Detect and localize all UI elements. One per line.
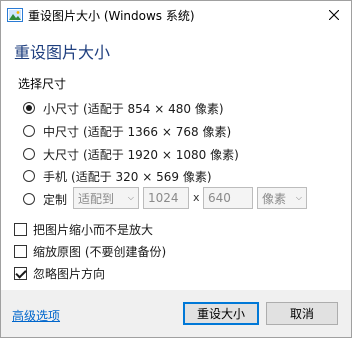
radio-button[interactable]: [23, 148, 35, 160]
option-shrink-only[interactable]: 把图片缩小而不是放大: [14, 220, 153, 238]
radio-medium-size[interactable]: 中尺寸 (适配于 1366 × 768 像素): [23, 122, 231, 140]
checkbox[interactable]: [14, 222, 27, 236]
custom-mode-select[interactable]: 适配到 ⌵: [73, 187, 139, 209]
radio-custom-size[interactable]: 定制: [23, 190, 67, 208]
page-title: 重设图片大小: [14, 43, 111, 62]
custom-height-value: 640: [208, 191, 231, 205]
radio-button[interactable]: [23, 102, 35, 114]
times-separator: x: [193, 191, 200, 204]
radio-label: 小尺寸: [43, 101, 80, 116]
close-button[interactable]: [323, 5, 345, 25]
advanced-options-link[interactable]: 高级选项: [12, 307, 60, 324]
radio-large-size[interactable]: 大尺寸 (适配于 1920 × 1080 像素): [23, 145, 239, 163]
custom-unit-value: 像素: [262, 191, 287, 206]
custom-width-input[interactable]: 1024: [143, 187, 189, 209]
checkbox-label: 忽略图片方向: [33, 266, 106, 281]
size-section-label: 选择尺寸: [18, 77, 67, 91]
close-icon: [329, 10, 339, 20]
radio-hint: (适配于 854 × 480 像素): [83, 101, 224, 116]
radio-button[interactable]: [23, 125, 35, 137]
checkbox-label: 缩放原图 (不要创建备份): [33, 244, 167, 259]
checkbox[interactable]: [14, 266, 27, 280]
radio-hint: (适配于 320 × 569 像素): [71, 169, 212, 184]
option-ignore-orientation[interactable]: 忽略图片方向: [14, 264, 105, 282]
option-resize-original[interactable]: 缩放原图 (不要创建备份): [14, 242, 166, 260]
cancel-button[interactable]: 取消: [266, 302, 338, 325]
radio-label: 手机: [43, 169, 68, 184]
radio-button[interactable]: [23, 170, 35, 182]
radio-button[interactable]: [23, 193, 35, 205]
custom-mode-value: 适配到: [78, 191, 115, 206]
window-title: 重设图片大小 (Windows 系统): [28, 9, 195, 23]
title-bar: 重设图片大小 (Windows 系统): [1, 1, 351, 29]
radio-label: 大尺寸: [43, 147, 80, 162]
chevron-down-icon: ⌵: [295, 193, 302, 202]
checkbox-label: 把图片缩小而不是放大: [33, 222, 154, 237]
radio-label: 定制: [43, 192, 68, 207]
radio-hint: (适配于 1920 × 1080 像素): [83, 147, 239, 162]
app-icon: [7, 7, 23, 23]
resize-button[interactable]: 重设大小: [183, 302, 259, 325]
chevron-down-icon: ⌵: [127, 193, 134, 202]
radio-hint: (适配于 1366 × 768 像素): [83, 124, 232, 139]
radio-small-size[interactable]: 小尺寸 (适配于 854 × 480 像素): [23, 99, 224, 117]
custom-unit-select[interactable]: 像素 ⌵: [257, 187, 307, 209]
radio-label: 中尺寸: [43, 124, 80, 139]
radio-phone-size[interactable]: 手机 (适配于 320 × 569 像素): [23, 167, 212, 185]
custom-width-value: 1024: [148, 191, 179, 205]
checkbox[interactable]: [14, 244, 27, 258]
dialog-window: 重设图片大小 (Windows 系统) 重设图片大小 选择尺寸 小尺寸 (适配于…: [0, 0, 352, 338]
custom-height-input[interactable]: 640: [203, 187, 253, 209]
